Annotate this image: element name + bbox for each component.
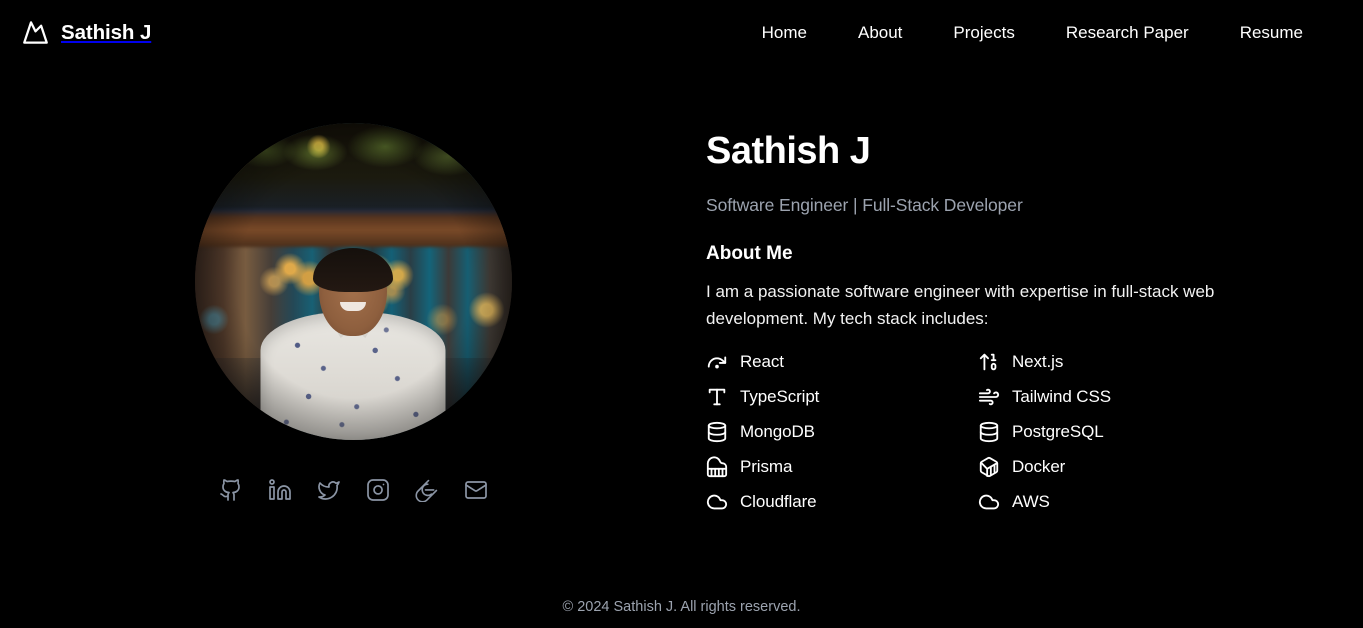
main-navigation: Home About Projects Research Paper Resum… bbox=[762, 23, 1339, 43]
site-footer: © 2024 Sathish J. All rights reserved. bbox=[0, 586, 1363, 628]
nav-link-home[interactable]: Home bbox=[762, 23, 807, 43]
tech-stack-item-react: React bbox=[706, 350, 978, 374]
tech-stack-label: AWS bbox=[1012, 491, 1050, 511]
tech-stack-label: Tailwind CSS bbox=[1012, 386, 1111, 406]
tech-stack-item-prisma: Prisma bbox=[706, 455, 978, 479]
piano-icon bbox=[706, 455, 728, 478]
tech-stack-item-tailwind-css: Tailwind CSS bbox=[978, 385, 1250, 409]
tech-stack-item-nextjs: Next.js bbox=[978, 350, 1250, 374]
mail-icon[interactable] bbox=[464, 478, 488, 502]
nav-link-projects[interactable]: Projects bbox=[953, 23, 1014, 43]
about-me-heading: About Me bbox=[706, 242, 793, 264]
type-icon bbox=[706, 386, 728, 408]
nav-link-about[interactable]: About bbox=[858, 23, 902, 43]
tech-stack-item-mongodb: MongoDB bbox=[706, 420, 978, 444]
site-header: Sathish J Home About Projects Research P… bbox=[0, 0, 1363, 65]
box-3d-icon bbox=[978, 456, 1000, 478]
tech-stack-label: Docker bbox=[1012, 456, 1066, 476]
brand-name: Sathish J bbox=[61, 20, 152, 44]
arrow-up-1-0-icon bbox=[978, 351, 1000, 373]
database-icon bbox=[978, 421, 1000, 443]
tech-stack-item-cloudflare: Cloudflare bbox=[706, 490, 978, 514]
avatar bbox=[194, 123, 512, 440]
nav-link-research-paper[interactable]: Research Paper bbox=[1066, 23, 1189, 43]
profile-photo bbox=[194, 123, 512, 440]
geeksforgeeks-icon[interactable] bbox=[415, 478, 439, 502]
tech-stack-label: Next.js bbox=[1012, 351, 1064, 371]
linkedin-icon[interactable] bbox=[268, 478, 292, 502]
cloud-icon bbox=[706, 491, 728, 513]
tech-stack-label: React bbox=[740, 351, 784, 371]
hero-subtitle: Software Engineer | Full-Stack Developer bbox=[706, 194, 1023, 215]
github-icon[interactable] bbox=[219, 478, 243, 502]
bio-column: Sathish J Software Engineer | Full-Stack… bbox=[706, 123, 1306, 514]
social-links bbox=[219, 478, 488, 502]
tech-stack-item-aws: AWS bbox=[978, 490, 1250, 514]
tech-stack-label: Cloudflare bbox=[740, 491, 817, 511]
tech-stack-grid: React Next.js TypeScript Tailwind CSS Mo… bbox=[706, 350, 1306, 514]
brand-home-link[interactable]: Sathish J bbox=[22, 19, 151, 46]
tech-stack-item-docker: Docker bbox=[978, 455, 1250, 479]
copyright-text: © 2024 Sathish J. All rights reserved. bbox=[562, 599, 801, 615]
tech-stack-label: PostgreSQL bbox=[1012, 421, 1104, 441]
about-me-text: I am a passionate software engineer with… bbox=[706, 281, 1215, 328]
nav-link-resume[interactable]: Resume bbox=[1240, 23, 1303, 43]
twitter-icon[interactable] bbox=[317, 478, 341, 502]
main-content: Sathish J Software Engineer | Full-Stack… bbox=[0, 65, 1363, 514]
cloud-icon bbox=[978, 491, 1000, 513]
redo-dot-icon bbox=[706, 351, 728, 373]
page-title: Sathish J bbox=[706, 130, 871, 172]
wind-icon bbox=[978, 386, 1000, 408]
tech-stack-item-postgresql: PostgreSQL bbox=[978, 420, 1250, 444]
profile-column bbox=[0, 123, 706, 502]
database-icon bbox=[706, 421, 728, 443]
tech-stack-item-typescript: TypeScript bbox=[706, 385, 978, 409]
instagram-icon[interactable] bbox=[366, 478, 390, 502]
tech-stack-label: MongoDB bbox=[740, 421, 815, 441]
tech-stack-label: TypeScript bbox=[740, 386, 820, 406]
tech-stack-label: Prisma bbox=[740, 456, 793, 476]
mountain-icon bbox=[22, 19, 49, 46]
